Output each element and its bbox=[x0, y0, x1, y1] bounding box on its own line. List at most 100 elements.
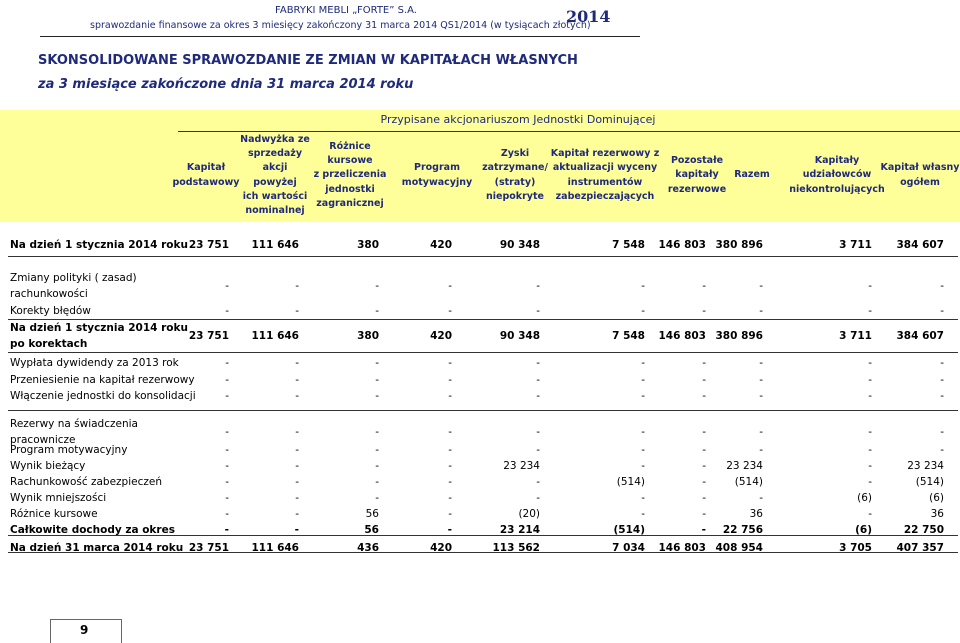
row-value: - bbox=[225, 390, 229, 402]
column-header-line: zagranicznej bbox=[316, 197, 384, 209]
column-header-line: sprzedaży bbox=[247, 148, 303, 159]
row-value: 23 751 bbox=[188, 239, 229, 251]
row-value: - bbox=[702, 460, 706, 472]
column-header-10: Kapitał własny ogółem bbox=[880, 133, 960, 218]
column-header-line: Nadwyżka ze bbox=[240, 133, 310, 145]
row-value: - bbox=[375, 426, 379, 438]
row-value: - bbox=[536, 280, 540, 292]
column-header-line: motywacyjny bbox=[401, 176, 473, 188]
row-value: - bbox=[225, 492, 229, 504]
header-divider bbox=[40, 36, 640, 37]
row-label-line: Wynik mniejszości bbox=[10, 492, 107, 504]
row-value: 384 607 bbox=[896, 330, 945, 342]
row-value: - bbox=[641, 460, 645, 472]
column-header-line: akcji powyżej bbox=[253, 162, 297, 188]
column-header-line: niepokryte bbox=[486, 190, 544, 202]
row-value: 407 357 bbox=[896, 542, 945, 554]
row-value: 111 646 bbox=[251, 330, 300, 342]
column-header-2: Nadwyżka ze sprzedaży akcji powyżej ich war… bbox=[240, 133, 310, 218]
row-value: - bbox=[536, 426, 540, 438]
row-value: 113 562 bbox=[492, 542, 541, 554]
column-header-line: Kapitały bbox=[814, 155, 860, 167]
column-header-1: Kapitał podstawowy bbox=[172, 133, 240, 218]
row-label-line: Różnice kursowe bbox=[10, 508, 98, 520]
column-header-line: zatrzymane/ bbox=[482, 162, 548, 174]
row-label: Na dzień 1 stycznia 2014 roku bbox=[10, 237, 188, 253]
row-value: - bbox=[641, 444, 645, 456]
row-value: - bbox=[868, 444, 872, 456]
row-value: 420 bbox=[430, 330, 452, 342]
row-label-line: Rachunkowość zabezpieczeń bbox=[10, 476, 162, 488]
row-value: - bbox=[940, 280, 944, 292]
row-value: 23 234 bbox=[503, 460, 540, 472]
column-header-line: ogółem bbox=[900, 176, 940, 188]
row-value: - bbox=[759, 280, 763, 292]
row-value: - bbox=[448, 476, 452, 488]
row-value: - bbox=[536, 374, 540, 386]
row-value: - bbox=[375, 492, 379, 504]
row-value: - bbox=[759, 357, 763, 369]
row-label: Zmiany polityki ( zasad) rachunkowości bbox=[10, 270, 137, 302]
row-value: - bbox=[225, 280, 229, 292]
row-value: 111 646 bbox=[251, 239, 300, 251]
attribution-label: Przypisane akcjonariuszom Jednostki Domi… bbox=[380, 113, 656, 126]
column-header-3: Różnice kursowe z przeliczenia jednostki zag… bbox=[310, 133, 390, 218]
column-header-5: Zyski zatrzymane/ (straty) niepokryte bbox=[480, 133, 550, 218]
row-value: 384 607 bbox=[896, 239, 945, 251]
row-value: - bbox=[641, 426, 645, 438]
row-value: - bbox=[536, 390, 540, 402]
row-value: - bbox=[225, 426, 229, 438]
row-value: - bbox=[759, 390, 763, 402]
row-label-line: rachunkowości bbox=[10, 288, 88, 300]
column-header-line: podstawowy bbox=[172, 176, 240, 188]
row-value: - bbox=[536, 444, 540, 456]
row-value: - bbox=[225, 444, 229, 456]
row-divider bbox=[8, 256, 958, 257]
row-label-line: Wynik bieżący bbox=[10, 460, 86, 472]
column-header-6: Kapitał rezerwowy z aktualizacji wyceny in… bbox=[550, 133, 660, 218]
row-value: 23 234 bbox=[726, 460, 763, 472]
row-label: Na dzień 31 marca 2014 roku bbox=[10, 540, 183, 556]
row-value: 56 bbox=[365, 508, 379, 520]
row-value: - bbox=[702, 492, 706, 504]
row-value: 7 034 bbox=[612, 542, 645, 554]
column-header-9: Kapitały udziałowców niekontrolujących bbox=[782, 133, 892, 218]
row-value: - bbox=[702, 374, 706, 386]
report-subtitle: sprawozdanie finansowe za okres 3 miesię… bbox=[90, 20, 591, 31]
row-label-line: Program motywacyjny bbox=[10, 444, 128, 456]
column-header-line: Program bbox=[414, 162, 460, 174]
row-value: - bbox=[868, 357, 872, 369]
row-value: - bbox=[702, 508, 706, 520]
column-header-line: z przeliczenia bbox=[313, 169, 387, 181]
row-value: 111 646 bbox=[251, 542, 300, 554]
row-label: Włączenie jednostki do konsolidacji bbox=[10, 388, 196, 404]
row-value: - bbox=[868, 426, 872, 438]
row-value: - bbox=[225, 476, 229, 488]
row-value: - bbox=[448, 280, 452, 292]
row-value: (514) bbox=[616, 476, 645, 488]
row-value: - bbox=[375, 305, 379, 317]
row-value: - bbox=[641, 280, 645, 292]
row-divider bbox=[8, 319, 958, 320]
row-value: 23 751 bbox=[188, 542, 229, 554]
row-value: - bbox=[702, 390, 706, 402]
row-value: - bbox=[641, 374, 645, 386]
row-value: - bbox=[375, 357, 379, 369]
row-label-line: Wypłata dywidendy za 2013 rok bbox=[10, 357, 179, 369]
report-company: FABRYKI MEBLI „FORTE” S.A. bbox=[275, 5, 417, 16]
page-subtitle: za 3 miesiące zakończone dnia 31 marca 2… bbox=[38, 77, 414, 92]
row-value: - bbox=[868, 460, 872, 472]
row-value: 420 bbox=[430, 542, 452, 554]
row-value: - bbox=[536, 305, 540, 317]
row-value: - bbox=[448, 374, 452, 386]
row-value: - bbox=[759, 444, 763, 456]
row-label: Korekty błędów bbox=[10, 303, 91, 319]
row-value: - bbox=[295, 280, 299, 292]
row-label-line: Na dzień 31 marca 2014 roku bbox=[10, 542, 184, 554]
row-label: Wypłata dywidendy za 2013 rok bbox=[10, 355, 179, 371]
column-header-line: instrumentów bbox=[567, 176, 643, 188]
row-value: - bbox=[702, 305, 706, 317]
column-header-line: kursowe bbox=[327, 155, 373, 167]
row-value: - bbox=[295, 492, 299, 504]
row-label: Na dzień 1 stycznia 2014 roku po korektac… bbox=[10, 320, 188, 352]
